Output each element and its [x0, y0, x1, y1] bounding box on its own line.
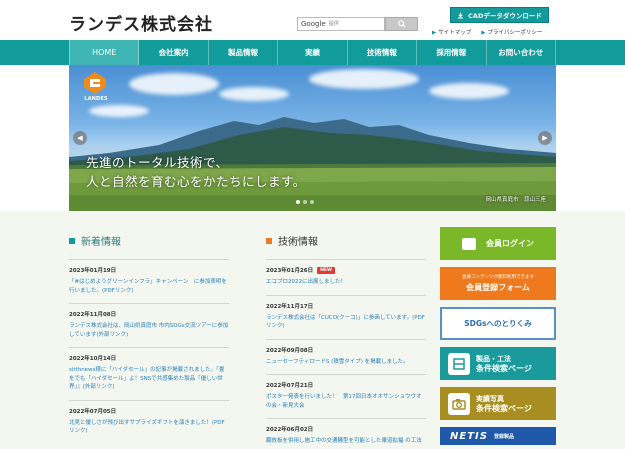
cad-download-button[interactable]: CADデータダウンロード — [450, 7, 549, 23]
search-placeholder: 提供 — [328, 21, 339, 27]
search-button[interactable] — [385, 17, 418, 31]
tech-item[interactable]: 2022年07月21日 ポスター発表を行いました！ 第17回日本オオサンショウウ… — [266, 374, 426, 418]
product-icon — [448, 352, 470, 375]
tech-item[interactable]: 2022年11月17日 ランデス株式会社は「CUCO(クーコ)」に参画しています… — [266, 294, 426, 339]
site-header: ランデス株式会社 Google 提供 CADデータダウンロード ▶ サイトマップ … — [0, 0, 625, 40]
hero-next-button[interactable]: ▶ — [538, 131, 552, 145]
square-icon — [69, 237, 75, 244]
privacy-policy-link[interactable]: ▶ プライバシーポリシー — [481, 28, 542, 36]
news-item[interactable]: 2022年11月08日 ランデス株式会社は、岡山県真庭市 市内SDGs交流ツアー… — [69, 303, 229, 347]
tech-item[interactable]: 2023年01月26日 NEW エコプロ2022に出展しました！ — [266, 259, 426, 295]
netis-button[interactable]: NETIS 登録製品 — [440, 427, 556, 445]
member-register-button[interactable]: 会員コンテンツが無料利用できます 会員登録フォーム — [440, 267, 556, 300]
search-input[interactable]: Google 提供 — [297, 17, 385, 31]
news-section: 新着情報 2023年01月19日 「#はじめようグリーンインフラ」キャンペーン … — [69, 233, 229, 444]
square-icon — [266, 237, 272, 244]
nav-item-technical[interactable]: 技術情報 — [348, 40, 418, 65]
nav-item-results[interactable]: 実績 — [278, 40, 348, 65]
slide-dot[interactable] — [303, 200, 307, 204]
search-icon — [397, 20, 406, 28]
tech-item[interactable]: 2022年09月08日 ニューセーフティロードS (積雪タイプ) を掲載しました… — [266, 338, 426, 375]
hero-tagline: 先進のトータル技術で、 人と自然を育む心をかたちにします。 — [86, 153, 306, 191]
arrow-icon: ▶ — [432, 30, 437, 36]
page: ランデス株式会社 Google 提供 CADデータダウンロード ▶ サイトマップ … — [0, 0, 625, 449]
lock-icon — [462, 237, 476, 250]
landes-logo-icon — [84, 72, 106, 94]
new-badge: NEW — [317, 266, 335, 274]
nav-item-recruit[interactable]: 採用情報 — [417, 40, 487, 65]
side-banners: 会員ログイン 会員コンテンツが無料利用できます 会員登録フォーム SDGsへのと… — [440, 227, 556, 449]
camera-icon — [448, 392, 470, 415]
site-search: Google 提供 — [297, 17, 418, 31]
search-engine-label: Google — [301, 20, 326, 28]
hero-caption: 岡山県真庭市 蒜山三座 — [485, 197, 546, 203]
photo-search-button[interactable]: 実績写真 条件検索ページ — [440, 387, 556, 420]
nav-item-company[interactable]: 会社案内 — [139, 40, 209, 65]
hero-prev-button[interactable]: ◀ — [73, 131, 87, 145]
chevron-right-icon: ▶ — [542, 134, 548, 142]
news-item[interactable]: 2022年10月14日 sitthnews様に「ハイダセール」の記事が掲載されま… — [69, 347, 229, 400]
tech-item[interactable]: 2022年06月02日 翻放板を併用し施工中の交通騒型を可能とした乗道拡幅 の工… — [266, 418, 426, 449]
tech-heading: 技術情報 — [266, 233, 426, 248]
news-heading: 新着情報 — [69, 233, 229, 248]
nav-item-home[interactable]: HOME — [69, 40, 140, 65]
hero-logo-text: LANDES — [84, 96, 108, 102]
tech-section: 技術情報 2023年01月26日 NEW エコプロ2022に出展しました！ 202… — [266, 233, 426, 449]
nav-item-products[interactable]: 製品情報 — [209, 40, 279, 65]
header-links: ▶ サイトマップ ▶ プライバシーポリシー — [432, 28, 542, 36]
hero-tagline-line2: 人と自然を育む心をかたちにします。 — [86, 174, 306, 189]
news-item[interactable]: 2023年01月19日 「#はじめようグリーンインフラ」キャンペーン に参加表明… — [69, 259, 229, 303]
hero-tagline-line1: 先進のトータル技術で、 — [86, 155, 229, 170]
member-login-button[interactable]: 会員ログイン — [440, 227, 556, 260]
slide-dot[interactable] — [296, 200, 300, 204]
slide-dot[interactable] — [310, 200, 314, 204]
sitemap-link[interactable]: ▶ サイトマップ — [432, 28, 471, 36]
global-nav: HOME 会社案内 製品情報 実績 技術情報 採用情報 お問い合わせ — [0, 40, 625, 65]
slide-indicators — [296, 200, 314, 204]
product-search-button[interactable]: 製品・工法 条件検索ページ — [440, 347, 556, 380]
download-icon — [458, 12, 464, 18]
landes-hero-logo: LANDES — [79, 71, 111, 105]
company-logo[interactable]: ランデス株式会社 — [69, 10, 213, 35]
hero-slider: LANDES 先進のトータル技術で、 人と自然を育む心をかたちにします。 岡山県… — [69, 65, 556, 211]
news-item[interactable]: 2022年07月05日 北見と優しさが飛び出すサプライズギフトを演きました！(P… — [69, 399, 229, 444]
sdgs-button[interactable]: SDGsへのとりくみ — [440, 307, 556, 340]
chevron-left-icon: ◀ — [77, 134, 83, 142]
arrow-icon: ▶ — [481, 30, 486, 36]
cad-download-label: CADデータダウンロード — [468, 12, 542, 20]
content-area: 新着情報 2023年01月19日 「#はじめようグリーンインフラ」キャンペーン … — [0, 211, 625, 449]
nav-item-contact[interactable]: お問い合わせ — [487, 40, 556, 65]
